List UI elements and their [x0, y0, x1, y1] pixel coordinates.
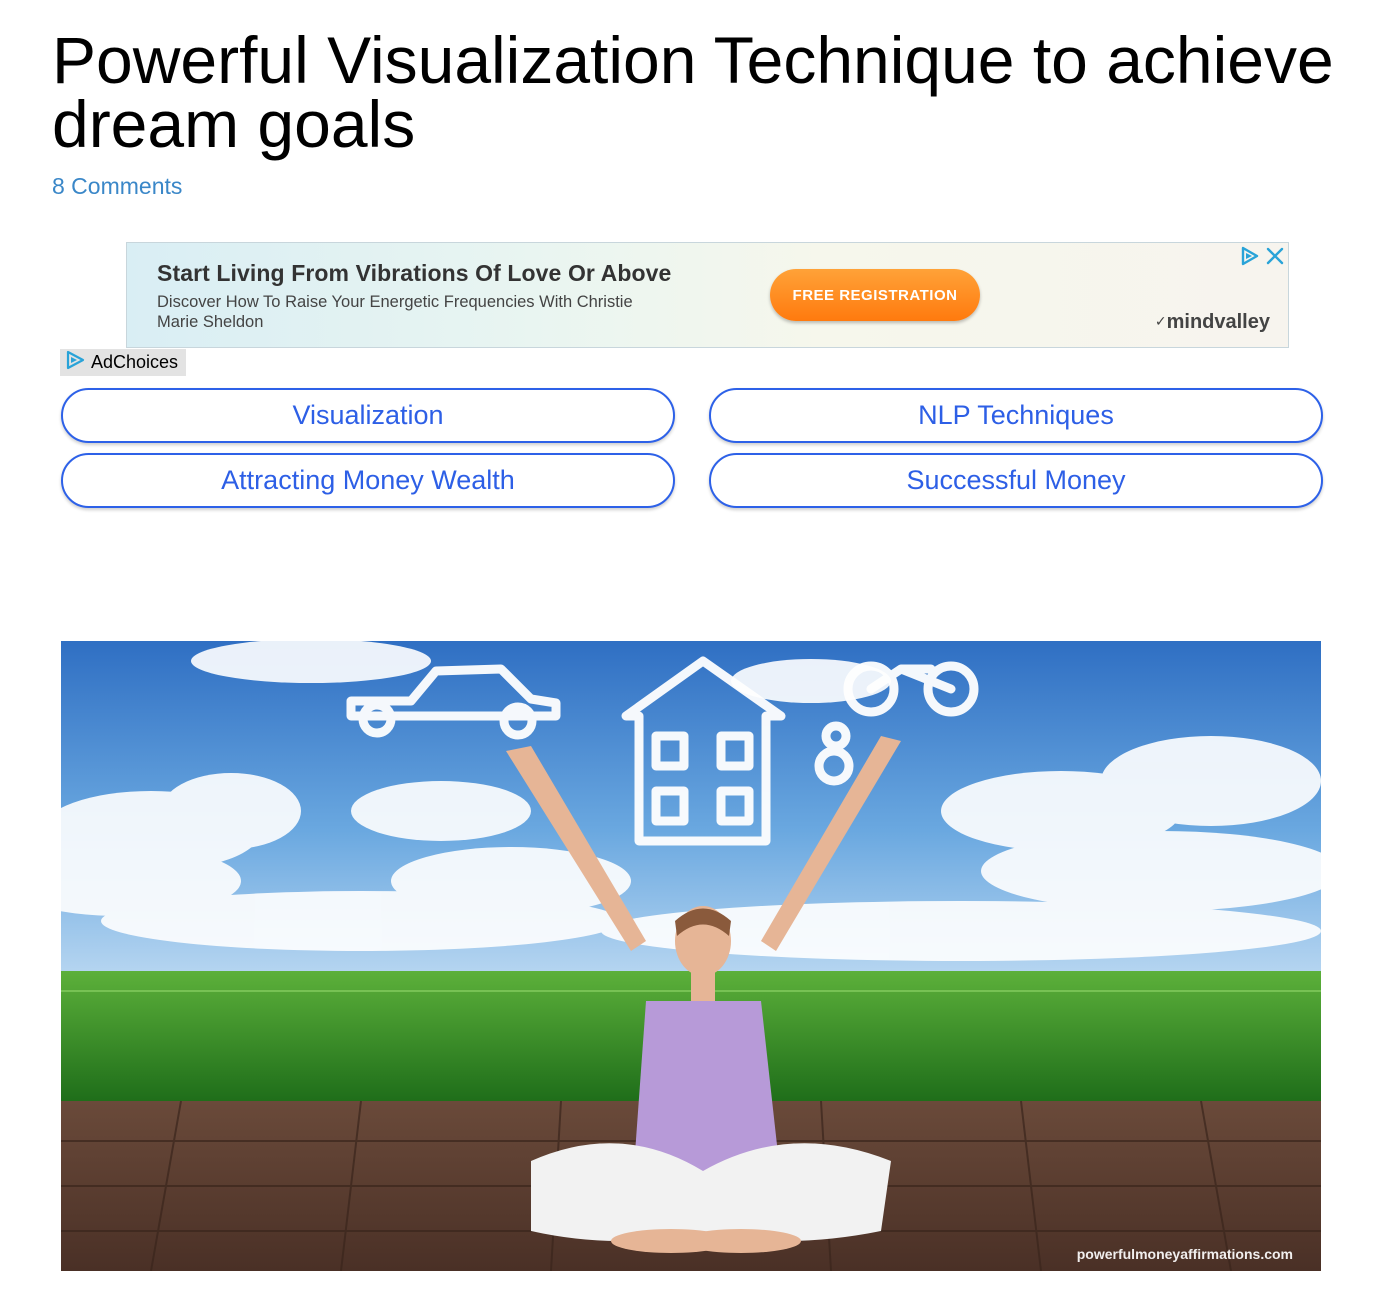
hero-watermark: powerfulmoneyaffirmations.com [1076, 1246, 1293, 1262]
adchoices-badge[interactable]: AdChoices [60, 349, 187, 376]
ad-controls [1236, 243, 1288, 269]
tag-nlp-techniques[interactable]: NLP Techniques [709, 388, 1323, 443]
ad-info-icon[interactable] [1236, 243, 1262, 269]
ad-brand-name: mindvalley [1166, 311, 1270, 333]
ad-close-icon[interactable] [1262, 243, 1288, 269]
free-registration-button[interactable]: FREE REGISTRATION [770, 269, 980, 321]
comments-link[interactable]: 8 Comments [52, 173, 182, 200]
tag-visualization[interactable]: Visualization [61, 388, 675, 443]
adchoices-icon [64, 349, 86, 376]
ad-headline[interactable]: Start Living From Vibrations Of Love Or … [157, 260, 671, 287]
ad-brand-logo: ✓mindvalley [1155, 311, 1270, 334]
hero-image: powerfulmoneyaffirmations.com [61, 641, 1321, 1271]
mindvalley-chevron-icon: ✓ [1154, 313, 1167, 329]
ad-banner[interactable]: Start Living From Vibrations Of Love Or … [126, 242, 1289, 348]
ad-description: Discover How To Raise Your Energetic Fre… [157, 293, 633, 331]
tag-successful-money[interactable]: Successful Money [709, 453, 1323, 508]
tag-attracting-money-wealth[interactable]: Attracting Money Wealth [61, 453, 675, 508]
hero-illustration [61, 641, 1321, 1271]
article-title: Powerful Visualization Technique to achi… [52, 23, 1334, 161]
adchoices-label: AdChoices [91, 352, 179, 372]
